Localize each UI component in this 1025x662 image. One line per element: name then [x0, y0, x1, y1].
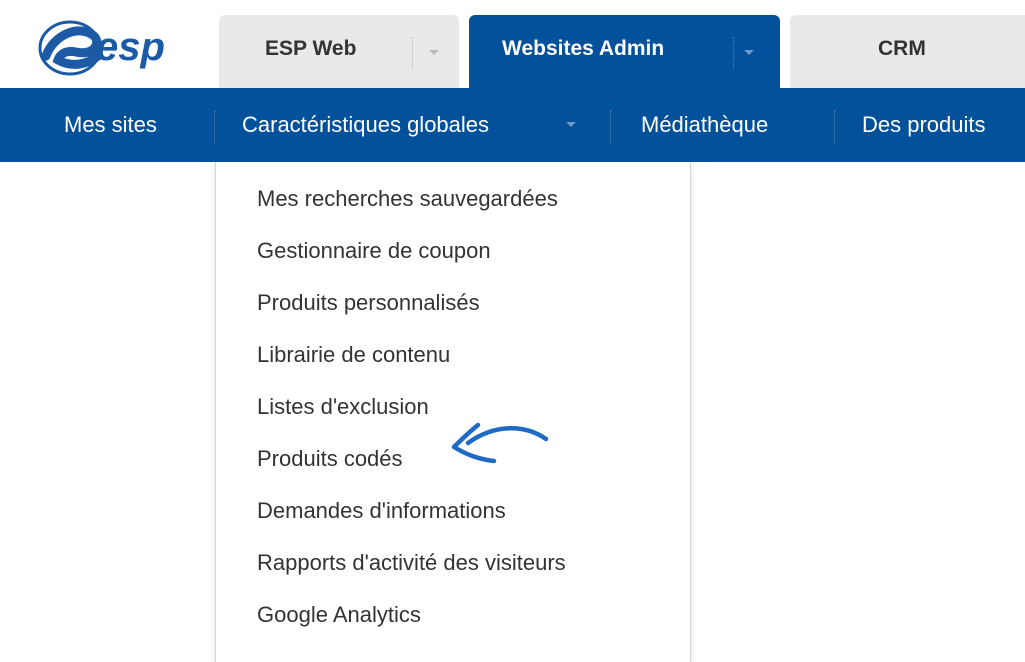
menu-item-rapports-d-activite-des-visiteurs[interactable]: Rapports d'activité des visiteurs [257, 550, 566, 576]
nav-item-caracteristiques-globales[interactable]: Caractéristiques globales [242, 112, 489, 138]
chevron-down-icon[interactable] [429, 50, 439, 55]
nav-divider [214, 110, 216, 144]
nav-item-des-produits[interactable]: Des produits [862, 112, 986, 138]
tab-websites-admin-label: Websites Admin [502, 37, 665, 60]
secondary-nav-bar: Mes sites Caractéristiques globales Médi… [0, 88, 1025, 162]
caracteristiques-globales-dropdown: Mes recherches sauvegardées Gestionnaire… [215, 162, 691, 662]
menu-item-produits-personnalises[interactable]: Produits personnalisés [257, 290, 480, 316]
menu-item-mes-recherches-sauvegardees[interactable]: Mes recherches sauvegardées [257, 186, 558, 212]
tab-websites-admin[interactable]: Websites Admin [469, 15, 780, 89]
esp-logo[interactable]: esp [36, 16, 186, 80]
menu-item-gestionnaire-de-coupon[interactable]: Gestionnaire de coupon [257, 238, 491, 264]
nav-item-mediatheque[interactable]: Médiathèque [641, 112, 768, 138]
chevron-down-icon[interactable] [566, 122, 576, 127]
tab-crm-label: CRM [878, 37, 926, 60]
esp-logo-icon: esp [38, 20, 165, 76]
nav-divider [610, 110, 612, 144]
tab-crm[interactable]: CRM [790, 15, 1025, 89]
menu-item-google-analytics[interactable]: Google Analytics [257, 602, 421, 628]
tab-divider [733, 37, 735, 69]
tab-esp-web[interactable]: ESP Web [219, 15, 459, 89]
menu-item-demandes-d-informations[interactable]: Demandes d'informations [257, 498, 506, 524]
nav-divider [834, 110, 836, 144]
menu-item-librairie-de-contenu[interactable]: Librairie de contenu [257, 342, 450, 368]
esp-logo-text: esp [96, 25, 165, 69]
menu-item-produits-codes[interactable]: Produits codés [257, 446, 403, 472]
hand-drawn-arrow-icon [451, 422, 549, 464]
chevron-down-icon[interactable] [744, 50, 754, 55]
nav-item-mes-sites[interactable]: Mes sites [64, 112, 157, 138]
menu-item-listes-d-exclusion[interactable]: Listes d'exclusion [257, 394, 429, 420]
tab-esp-web-label: ESP Web [265, 37, 357, 60]
tab-divider [412, 37, 414, 69]
